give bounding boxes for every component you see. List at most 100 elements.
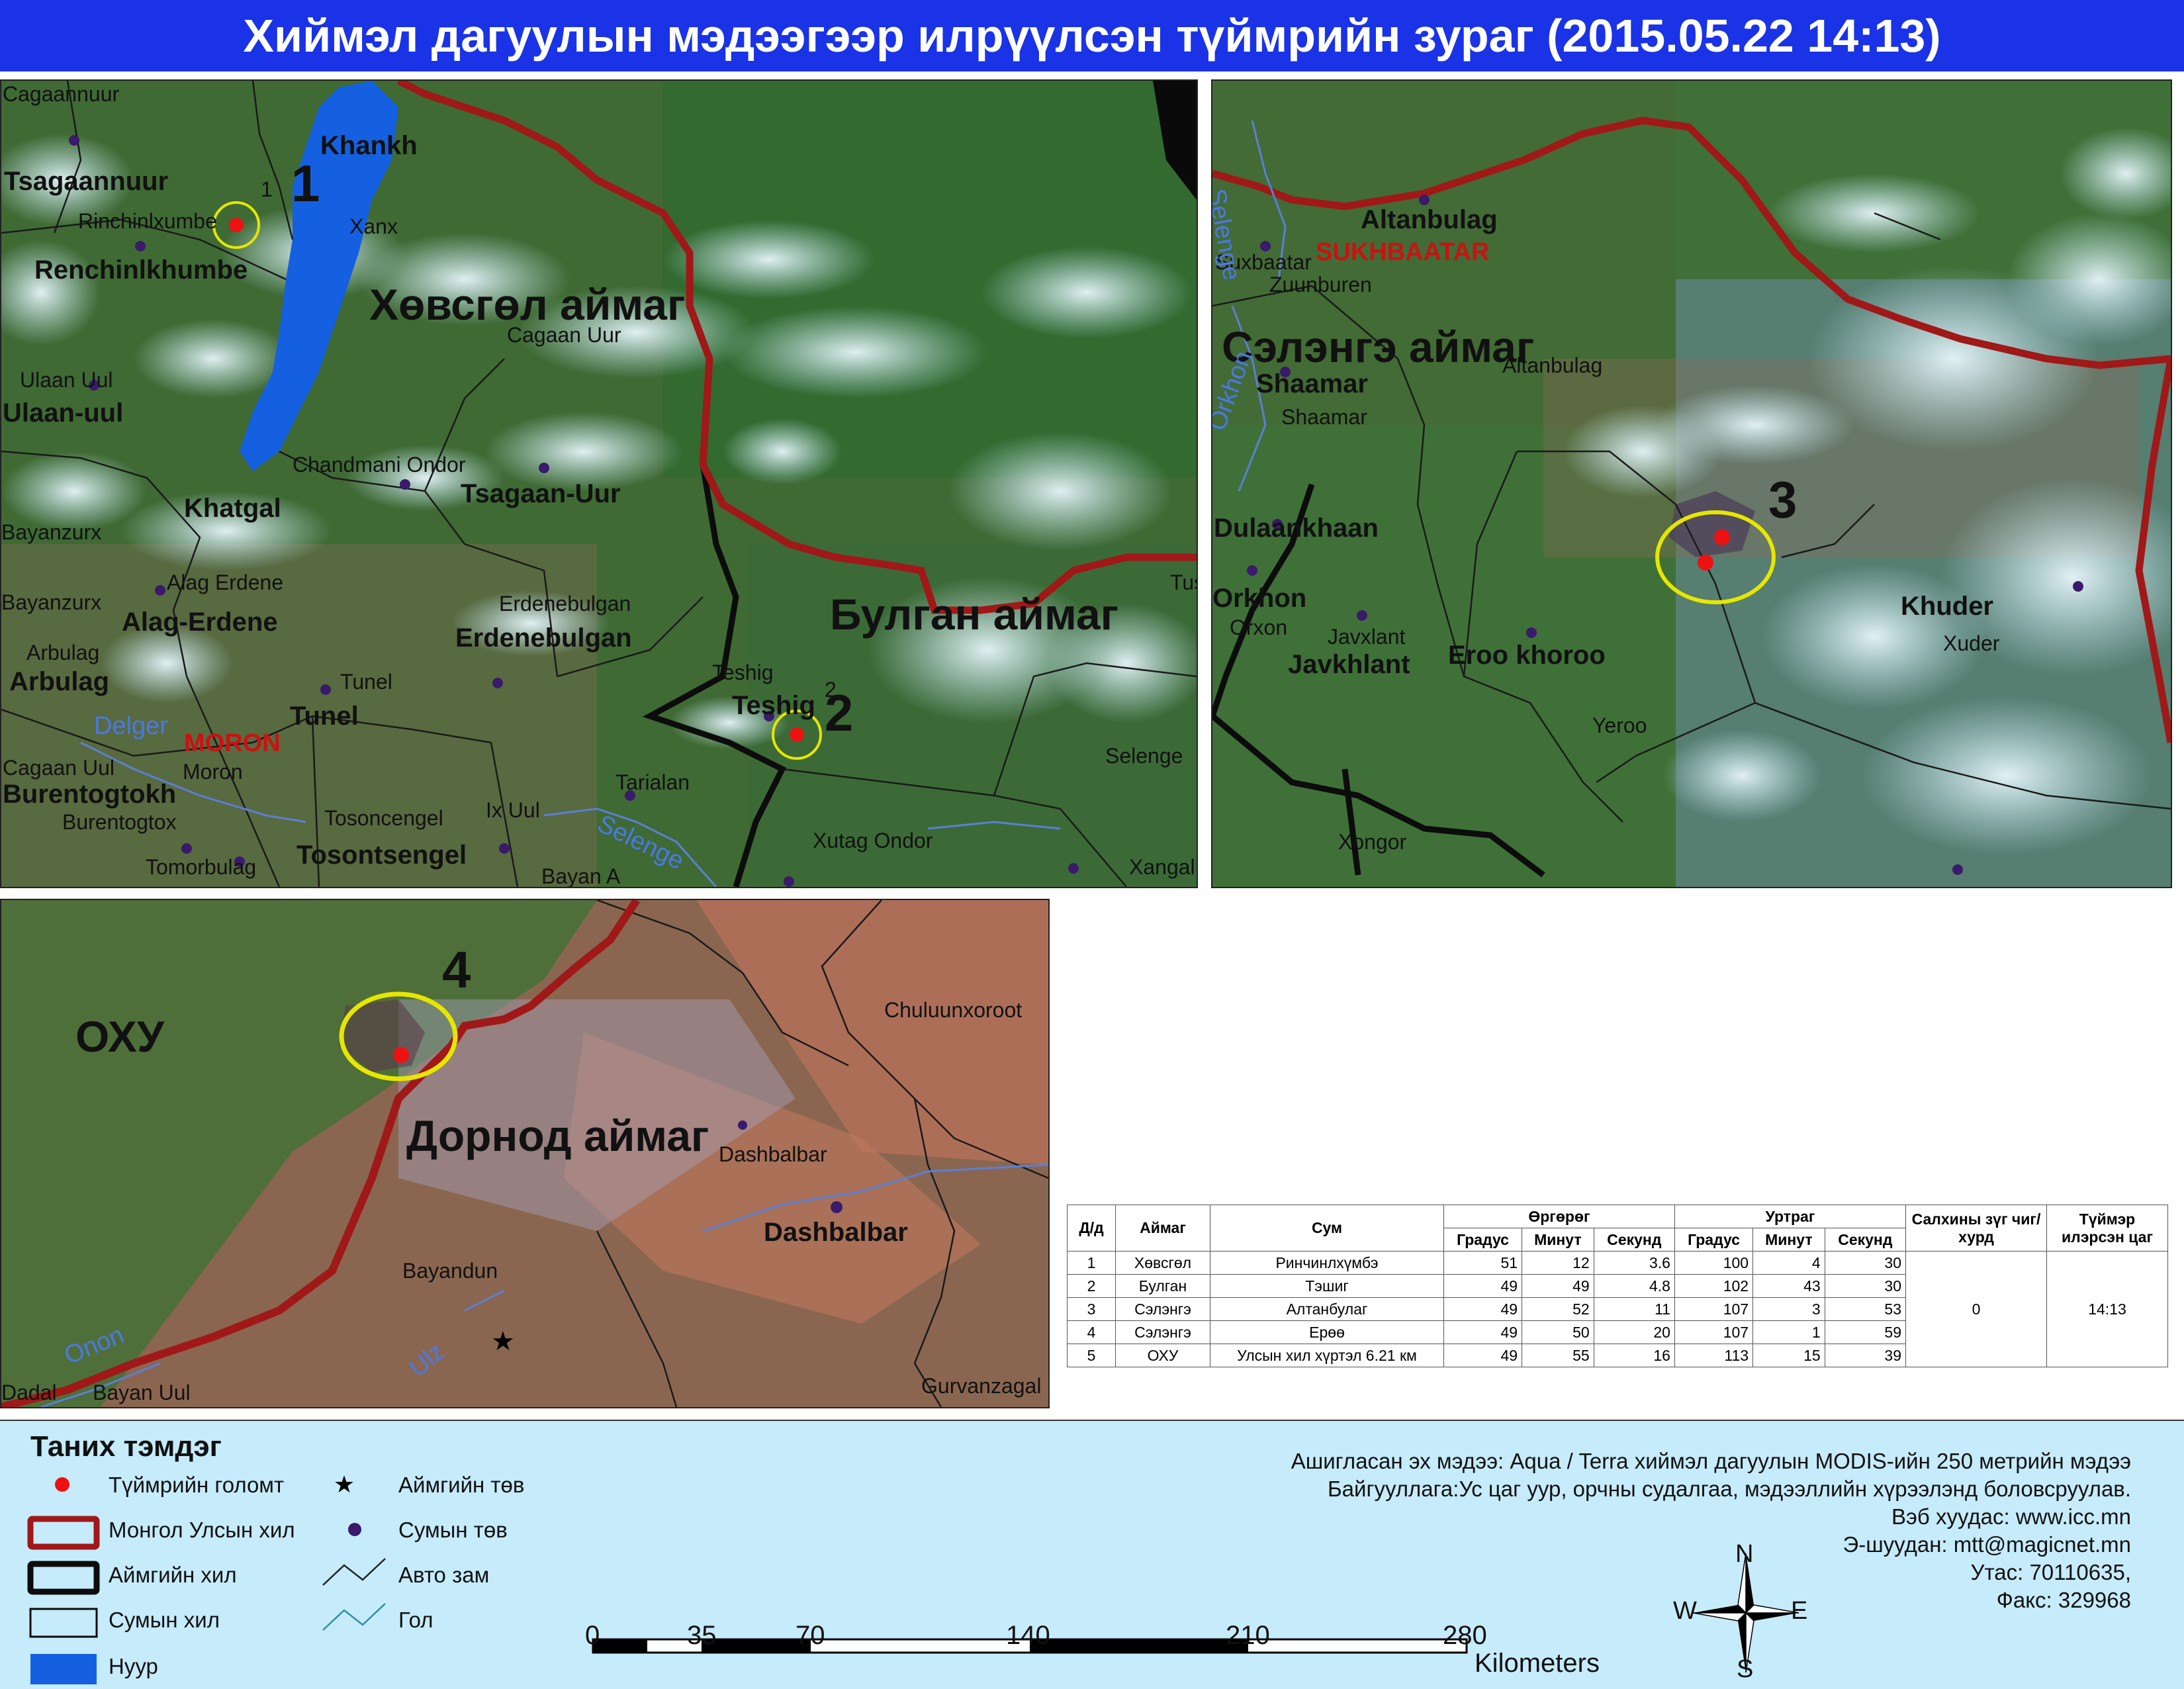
- col-header-time: Түймэр илэрсэн цаг: [2046, 1205, 2168, 1252]
- info-fax: Факс: 329968: [1996, 1588, 2131, 1612]
- province-border-icon: [27, 1561, 100, 1595]
- compass-west: W: [1673, 1597, 1697, 1625]
- map-panel-selenge: Altanbulag Suxbaatar Zuunburen Altanbula…: [1211, 79, 2172, 888]
- place-label: Bayanzurx: [1, 590, 102, 614]
- cell-lat-sec: 4.8: [1593, 1274, 1675, 1298]
- place-label: Orkhon: [1212, 584, 1307, 613]
- scale-tick-label: 35: [687, 1621, 717, 1650]
- compass-north: N: [1735, 1540, 1754, 1568]
- cell-no: 3: [1067, 1297, 1116, 1321]
- place-label: Xanx: [349, 214, 398, 238]
- place-label: Cagaan Uul: [3, 756, 114, 780]
- cell-sum: Ерөө: [1210, 1320, 1444, 1344]
- cell-lat-min: 52: [1522, 1297, 1594, 1321]
- scale-unit-label: Kilometers: [1475, 1649, 1600, 1678]
- col-header-lon-sec: Секунд: [1824, 1228, 1907, 1252]
- place-label: Alag Erdene: [167, 571, 284, 594]
- compass-south: S: [1737, 1655, 1754, 1683]
- aimag-label: Хөвсгөл аймаг: [369, 280, 686, 329]
- cell-lat-deg: 49: [1443, 1344, 1523, 1367]
- cell-aimag: Сэлэнгэ: [1115, 1320, 1210, 1344]
- col-header-lat-sec: Секунд: [1593, 1228, 1675, 1252]
- legend-label: Монгол Улсын хил: [109, 1518, 295, 1542]
- legend-label: Сумын хил: [109, 1608, 220, 1632]
- place-label: Khuder: [1901, 592, 1993, 621]
- col-header-aimag: Аймаг: [1115, 1205, 1210, 1252]
- cell-lon-deg: 107: [1674, 1320, 1754, 1344]
- cell-aimag: Булган: [1115, 1274, 1210, 1298]
- cell-no: 1: [1067, 1251, 1116, 1275]
- cell-lon-deg: 107: [1674, 1297, 1754, 1321]
- info-source: Ашигласан эх мэдээ: Aqua / Terra хиймэл …: [1291, 1449, 2131, 1473]
- col-header-wind: Салхины зүг чиг/хурд: [1905, 1205, 2047, 1252]
- aimag-label: Булган аймаг: [830, 590, 1119, 639]
- place-label: Xangal: [1129, 855, 1195, 879]
- col-header-lon-min: Минут: [1752, 1228, 1825, 1252]
- place-label: Bayan Uul: [93, 1381, 191, 1404]
- sum-border-icon: [29, 1608, 98, 1638]
- fire-number-label: 3: [1768, 471, 1797, 529]
- cell-lon-sec: 59: [1824, 1320, 1907, 1344]
- scale-tick-label: 280: [1443, 1621, 1487, 1650]
- place-label: Tunel: [340, 670, 392, 694]
- aimag-label: Дорнод аймаг: [406, 1111, 709, 1160]
- col-header-lat-deg: Градус: [1443, 1228, 1523, 1252]
- cell-lon-sec: 39: [1824, 1344, 1907, 1367]
- cell-sum: Тэшиг: [1210, 1274, 1444, 1298]
- place-label: Khankh: [320, 131, 418, 160]
- fire-number-small: 1: [261, 177, 273, 201]
- cell-aimag: Хөвсгөл: [1115, 1251, 1210, 1275]
- cell-lon-deg: 100: [1674, 1251, 1754, 1275]
- cell-lat-deg: 51: [1443, 1251, 1523, 1275]
- place-label: Arbulag: [9, 667, 110, 696]
- place-label: Zuunburen: [1269, 273, 1372, 297]
- cell-lon-sec: 30: [1824, 1274, 1907, 1298]
- cell-lat-sec: 16: [1593, 1344, 1675, 1367]
- place-label: Tarialan: [615, 770, 690, 794]
- cell-no: 5: [1067, 1344, 1116, 1367]
- place-label: Ix Uul: [486, 798, 540, 822]
- cell-lon-min: 4: [1752, 1251, 1825, 1275]
- place-label: Ulaan-uul: [3, 398, 124, 428]
- fire-point-2: [790, 727, 804, 742]
- place-label: Erdenebulgan: [499, 592, 631, 616]
- place-label: Dashbalbar: [719, 1142, 827, 1166]
- svg-text:★: ★: [491, 1327, 515, 1356]
- place-label: Arbulag: [26, 641, 100, 664]
- panel2-map-graphic: [1212, 81, 2171, 887]
- fire-point-1: [229, 218, 244, 232]
- cell-lon-min: 43: [1752, 1274, 1825, 1298]
- cell-lon-min: 1: [1752, 1320, 1825, 1344]
- cell-lat-sec: 3.6: [1593, 1251, 1675, 1275]
- legend-panel: Таних тэмдэг ★ Түймрийн голомт Монгол Ул…: [0, 1420, 2184, 1689]
- map-title: Хиймэл дагуулын мэдээгээр илрүүлсэн түйм…: [0, 0, 2184, 71]
- place-label: Teshig: [712, 661, 774, 684]
- cell-time: 14:13: [2046, 1251, 2168, 1367]
- place-label: Tunel: [290, 702, 359, 731]
- place-label: Bayanzurx: [1, 520, 102, 544]
- fire-point-3a: [1714, 529, 1730, 545]
- legend-label: Аймгийн төв: [398, 1473, 525, 1497]
- fire-number-small: 2: [825, 678, 837, 702]
- cell-aimag: ОХУ: [1115, 1344, 1210, 1367]
- fire-point-icon: [55, 1477, 69, 1492]
- place-label: Rinchinlxumbe: [78, 209, 217, 233]
- legend-label: Авто зам: [398, 1563, 490, 1587]
- cell-lon-deg: 102: [1674, 1274, 1754, 1298]
- cell-lon-min: 3: [1752, 1297, 1825, 1321]
- place-label: Tosontsengel: [296, 841, 467, 870]
- fire-data-table: Д/д Аймаг Сум Өргөрөг Уртраг Салхины зүг…: [1067, 1205, 2168, 1367]
- info-phone: Утас: 70110635,: [1970, 1560, 2131, 1584]
- cell-lat-min: 50: [1522, 1320, 1594, 1344]
- national-border-icon: [27, 1516, 100, 1550]
- place-label: Selenge: [1105, 744, 1183, 768]
- scale-tick-label: 0: [585, 1621, 600, 1650]
- compass-east: E: [1791, 1597, 1808, 1625]
- cell-sum: Ринчинлхүмбэ: [1210, 1251, 1444, 1275]
- place-label: Tusi: [1170, 571, 1197, 594]
- place-label: Khatgal: [184, 494, 281, 523]
- place-label: Bayandun: [402, 1259, 498, 1283]
- place-label: Dadal: [1, 1381, 57, 1404]
- place-label: Xongor: [1338, 830, 1407, 854]
- cell-wind: 0: [1905, 1251, 2047, 1367]
